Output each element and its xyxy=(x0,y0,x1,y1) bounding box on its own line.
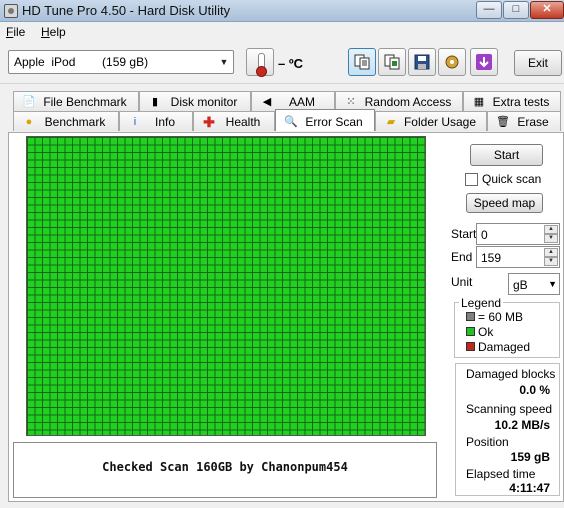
menu-file[interactable]: File xyxy=(6,25,25,39)
options-button[interactable] xyxy=(438,48,466,76)
spinner-up-icon[interactable]: ▲ xyxy=(544,248,558,257)
tab-label: Benchmark xyxy=(44,115,106,129)
chevron-down-icon: ▼ xyxy=(219,57,229,67)
quick-scan-label: Quick scan xyxy=(482,172,542,186)
end-field-label: End xyxy=(451,250,473,264)
elapsed-time-value: 4:11:47 xyxy=(509,481,550,495)
options-icon xyxy=(445,55,459,69)
speed-map-button[interactable]: Speed map xyxy=(466,193,543,213)
unit-select[interactable]: gB ▼ xyxy=(508,273,560,295)
tab-label: File Benchmark xyxy=(43,95,127,109)
minimize-button[interactable]: — xyxy=(476,1,502,19)
start-field-label: Start xyxy=(451,227,477,241)
end-field-value: 159 xyxy=(481,251,502,265)
legend-swatch-block-size xyxy=(466,312,475,321)
tab-file-benchmark[interactable]: 📄 File Benchmark xyxy=(13,91,139,111)
tab-benchmark[interactable]: ● Benchmark xyxy=(13,111,119,131)
scanning-speed-label: Scanning speed xyxy=(466,402,553,416)
legend-label-damaged: Damaged xyxy=(478,340,531,354)
scan-info-text: Checked Scan 160GB by Chanonpum454 xyxy=(102,460,348,474)
copy-screenshot-button[interactable] xyxy=(378,48,406,76)
spinner-down-icon[interactable]: ▼ xyxy=(544,257,558,266)
start-spinner[interactable]: ▲ ▼ xyxy=(544,225,558,243)
title-bar: HD Tune Pro 4.50 - Hard Disk Utility — □… xyxy=(0,0,564,22)
copy-text-button[interactable] xyxy=(348,48,376,76)
save-icon xyxy=(414,54,430,70)
start-field-value: 0 xyxy=(481,228,488,242)
unit-select-value: gB xyxy=(513,278,528,292)
download-icon xyxy=(476,54,492,70)
tab-health[interactable]: ✚ Health xyxy=(193,111,275,131)
legend-label-block-size: = 60 MB xyxy=(478,310,524,324)
legend-swatch-ok xyxy=(466,327,475,336)
download-button[interactable] xyxy=(470,48,498,76)
end-spinner[interactable]: ▲ ▼ xyxy=(544,248,558,266)
exit-button[interactable]: Exit xyxy=(514,50,562,76)
tab-label: Error Scan xyxy=(305,115,363,129)
copy-text-icon xyxy=(354,54,370,70)
spinner-up-icon[interactable]: ▲ xyxy=(544,225,558,234)
tab-disk-monitor[interactable]: ▮ Disk monitor xyxy=(139,91,251,111)
unit-label: Unit xyxy=(451,275,473,289)
menu-help[interactable]: Help xyxy=(41,25,66,39)
position-value: 159 gB xyxy=(510,450,550,464)
tab-info[interactable]: i Info xyxy=(119,111,193,131)
spinner-down-icon[interactable]: ▼ xyxy=(544,234,558,243)
scanning-speed-value: 10.2 MB/s xyxy=(494,418,550,432)
scan-block-map xyxy=(26,136,426,436)
chevron-down-icon: ▼ xyxy=(548,279,557,289)
end-field[interactable]: 159 ▲ ▼ xyxy=(476,246,560,268)
tab-error-scan[interactable]: 🔍 Error Scan xyxy=(275,109,375,131)
tab-label: Random Access xyxy=(364,95,452,109)
tab-aam[interactable]: ◀ AAM xyxy=(251,91,335,111)
temperature-readout: – ºC xyxy=(278,56,303,71)
legend-swatch-damaged xyxy=(466,342,475,351)
damaged-blocks-label: Damaged blocks xyxy=(466,367,556,381)
tab-label: Erase xyxy=(517,115,549,129)
start-field[interactable]: 0 ▲ ▼ xyxy=(476,223,560,245)
copy-screenshot-icon xyxy=(384,54,400,70)
maximize-button[interactable]: □ xyxy=(503,1,529,19)
tab-label: AAM xyxy=(288,95,315,109)
start-button[interactable]: Start xyxy=(470,144,543,166)
tab-label: Health xyxy=(225,115,261,129)
app-disk-icon xyxy=(4,4,18,18)
tab-label: Info xyxy=(154,115,175,129)
window-title: HD Tune Pro 4.50 - Hard Disk Utility xyxy=(22,3,231,18)
quick-scan-checkbox[interactable] xyxy=(465,173,478,186)
drive-select-value: Apple iPod (159 gB) xyxy=(14,55,149,69)
save-button[interactable] xyxy=(408,48,436,76)
tab-extra-tests[interactable]: ▦ Extra tests xyxy=(463,91,561,111)
tab-random-access[interactable]: ⁙ Random Access xyxy=(335,91,463,111)
thermometer-icon xyxy=(246,48,274,77)
legend-label-ok: Ok xyxy=(478,325,494,339)
tab-erase[interactable]: 🗑 Erase xyxy=(487,111,561,131)
tab-label: Extra tests xyxy=(492,95,550,109)
damaged-blocks-value: 0.0 % xyxy=(519,383,550,397)
toolbar: Apple iPod (159 gB) ▼ – ºC Exit xyxy=(0,42,564,84)
tab-label: Disk monitor xyxy=(170,95,238,109)
tab-folder-usage[interactable]: ▰ Folder Usage xyxy=(375,111,487,131)
scan-info-box: Checked Scan 160GB by Chanonpum454 xyxy=(13,442,437,498)
menu-bar: File Help xyxy=(0,22,564,42)
position-label: Position xyxy=(466,435,509,449)
legend-title: Legend xyxy=(459,296,504,310)
tab-label: Folder Usage xyxy=(403,115,477,129)
elapsed-time-label: Elapsed time xyxy=(466,467,536,481)
drive-select[interactable]: Apple iPod (159 gB) ▼ xyxy=(8,50,234,74)
close-button[interactable]: ✕ xyxy=(530,1,564,19)
